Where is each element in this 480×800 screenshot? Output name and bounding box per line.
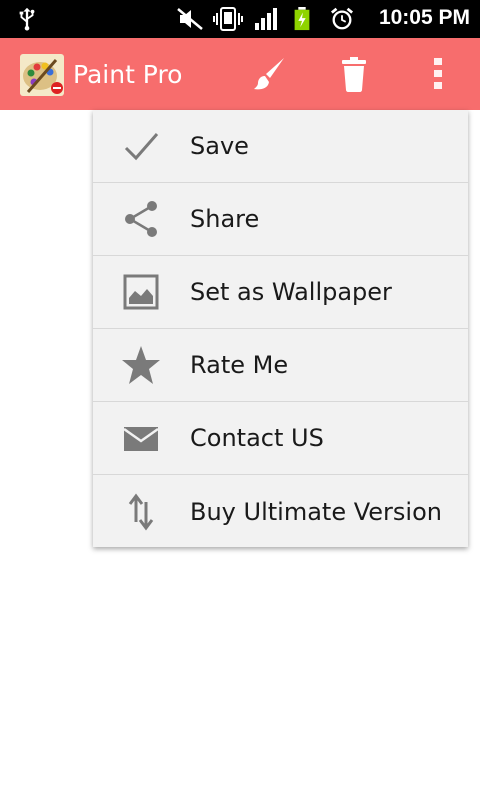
trash-button[interactable] [332, 52, 376, 96]
brush-button[interactable] [248, 52, 292, 96]
app-title: Paint Pro [73, 60, 183, 89]
signal-icon [255, 8, 277, 30]
image-icon [117, 268, 165, 316]
star-icon [117, 341, 165, 389]
menu-item-label: Contact US [190, 424, 324, 452]
action-bar: Paint Pro [0, 38, 480, 110]
mute-icon [177, 8, 203, 30]
mail-icon [117, 414, 165, 462]
overflow-menu: Save Share Set as Wallpaper Rate Me Cont… [93, 110, 468, 547]
alarm-icon [330, 7, 354, 30]
status-time: 10:05 PM [378, 6, 470, 29]
vibrate-icon [213, 7, 243, 31]
menu-item-rate-me[interactable]: Rate Me [93, 329, 468, 402]
menu-item-label: Buy Ultimate Version [190, 497, 442, 526]
usb-icon [19, 7, 35, 31]
brush-icon [254, 58, 284, 90]
app-logo-icon[interactable] [20, 54, 64, 96]
trash-icon [342, 57, 366, 92]
overflow-menu-button[interactable] [416, 52, 460, 96]
menu-item-label: Share [190, 205, 260, 233]
menu-item-label: Rate Me [190, 351, 289, 379]
overflow-menu-icon [434, 58, 442, 89]
battery-charging-icon [294, 7, 310, 31]
check-icon [117, 122, 165, 170]
swap-arrows-icon [117, 488, 165, 536]
menu-item-save[interactable]: Save [93, 110, 468, 183]
menu-item-set-wallpaper[interactable]: Set as Wallpaper [93, 256, 468, 329]
menu-item-buy-ultimate[interactable]: Buy Ultimate Version [93, 475, 468, 548]
status-bar: 10:05 PM [0, 0, 480, 38]
share-icon [117, 195, 165, 243]
menu-item-contact-us[interactable]: Contact US [93, 402, 468, 475]
menu-item-label: Set as Wallpaper [190, 278, 392, 306]
menu-item-label: Save [190, 132, 249, 160]
menu-item-share[interactable]: Share [93, 183, 468, 256]
